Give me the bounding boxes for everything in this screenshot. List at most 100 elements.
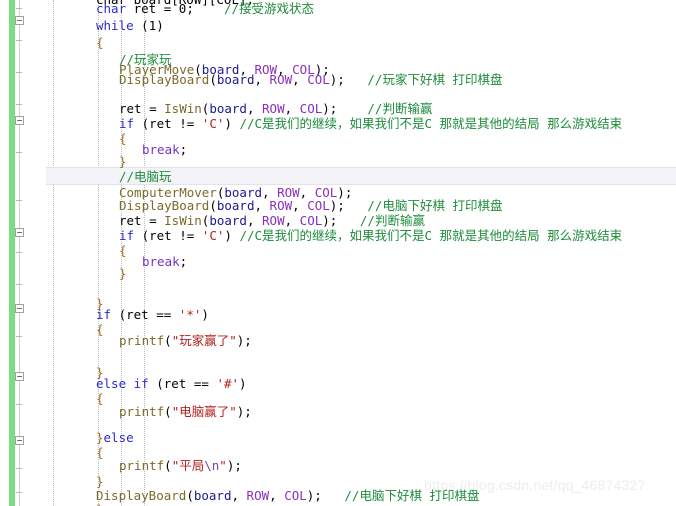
token-pun: ( [209, 72, 217, 87]
editor-gutter[interactable] [0, 0, 46, 506]
token-str: "平局 [171, 458, 205, 473]
token-mac: ROW [262, 101, 285, 116]
token-pun: (ret != [134, 228, 202, 243]
fold-toggle-2[interactable] [15, 228, 24, 237]
code-line-8[interactable]: if (ret != 'C') //C是我们的继续，如果我们不是C 那就是其他的… [119, 116, 622, 132]
code-line-32[interactable]: DisplayBoard(board, ROW, COL); //电脑下好棋 打… [96, 488, 479, 504]
token-pun: ); [329, 198, 368, 213]
token-pun: ret = [119, 213, 165, 228]
code-line-25[interactable]: else if (ret == '#') [96, 376, 247, 392]
token-fn: DisplayBoard [119, 72, 210, 87]
code-line-21[interactable]: if (ret == '*') [96, 307, 209, 323]
token-brc: { [119, 131, 127, 146]
code-line-12[interactable]: //电脑玩 [119, 169, 172, 185]
code-line-6[interactable]: DisplayBoard(board, ROW, COL); //玩家下好棋 打… [119, 72, 502, 88]
token-brc: { [96, 445, 104, 460]
token-pun: (ret == [148, 376, 217, 391]
token-pun: ); [329, 72, 368, 87]
token-id: board [209, 213, 247, 228]
code-line-1[interactable]: char ret = 0; //接受游戏状态 [96, 1, 314, 17]
token-id: board [209, 101, 247, 116]
token-pun: ; [179, 142, 188, 157]
token-brc: } [96, 502, 104, 506]
outline-tick-11 [16, 492, 22, 493]
fold-toggle-5[interactable] [15, 436, 24, 445]
outline-tick-9 [16, 404, 22, 405]
fold-toggle-3[interactable] [15, 304, 24, 313]
code-line-10[interactable]: break; [142, 142, 187, 158]
token-mac: COL [299, 213, 323, 228]
csdn-watermark: https://blog.csdn.net/qq_46874327 [424, 477, 646, 493]
token-pun: ) [239, 376, 247, 391]
token-pun: ret = [126, 1, 179, 16]
fold-toggle-1[interactable] [15, 116, 24, 125]
outline-tick-10 [16, 468, 22, 469]
token-fn: DisplayBoard [119, 198, 210, 213]
token-mac: ROW [269, 198, 293, 213]
fold-toggle-4[interactable] [15, 372, 24, 381]
token-pun: ); [306, 488, 345, 503]
token-pun: ); [236, 404, 252, 419]
token-pun: , [254, 72, 270, 87]
code-line-7[interactable]: ret = IsWin(board, ROW, COL); //判断输赢 [119, 101, 432, 117]
code-line-17[interactable]: { [119, 243, 127, 259]
token-pun: ( [186, 488, 194, 503]
token-mac: COL [307, 198, 330, 213]
code-line-19[interactable]: } [119, 266, 127, 282]
token-pun: ) [156, 18, 164, 33]
token-cmt: //C是我们的继续，如果我们不是C 那就是其他的结局 那么游戏结束 [239, 228, 623, 243]
token-brc: } [96, 474, 104, 489]
code-line-16[interactable]: if (ret != 'C') //C是我们的继续，如果我们不是C 那就是其他的… [119, 228, 622, 244]
outline-tick-5 [16, 200, 22, 201]
code-line-28[interactable]: }else [96, 430, 134, 446]
token-esc: \n [204, 458, 220, 473]
code-line-30[interactable]: printf("平局\n"); [119, 458, 242, 474]
token-brc: { [96, 391, 104, 406]
code-editor[interactable]: char board[ROW][COL];char ret = 0; //接受游… [0, 0, 676, 506]
token-mac: COL [299, 101, 323, 116]
token-pun: ) [224, 116, 240, 131]
fold-toggle-0[interactable] [15, 16, 24, 25]
token-str: '#' [216, 376, 240, 391]
token-mac: ROW [262, 213, 285, 228]
outline-tick-4 [16, 152, 22, 153]
token-cmt: //电脑玩 [119, 169, 172, 184]
outline-tick-2 [16, 72, 22, 73]
token-cmt: //判断输赢 [359, 213, 425, 228]
token-kw: if [96, 307, 112, 322]
token-pun [126, 376, 134, 391]
code-line-9[interactable]: { [119, 131, 127, 147]
token-fn: IsWin [164, 101, 202, 116]
token-pun: ( [164, 333, 172, 348]
code-line-3[interactable]: { [96, 35, 104, 51]
code-line-33[interactable]: } [96, 502, 104, 506]
token-brc: { [119, 243, 127, 258]
token-brc: } [119, 154, 127, 169]
code-line-22[interactable]: { [96, 322, 104, 338]
token-id: board [216, 72, 255, 87]
code-line-26[interactable]: { [96, 391, 104, 407]
token-pun: ) [201, 307, 209, 322]
token-cmt: //C是我们的继续，如果我们不是C 那就是其他的结局 那么游戏结束 [239, 116, 623, 131]
token-pun: , [269, 488, 285, 503]
token-brc: { [96, 322, 104, 337]
token-pun: , [292, 198, 308, 213]
code-line-27[interactable]: printf("电脑赢了"); [119, 404, 252, 420]
token-pun: , [284, 101, 300, 116]
row-separator-0 [46, 167, 676, 168]
outline-tick-8 [16, 336, 22, 337]
code-line-29[interactable]: { [96, 445, 104, 461]
token-pun: , [246, 101, 263, 116]
outline-tick-0 [16, 8, 22, 9]
code-line-18[interactable]: break; [142, 254, 187, 270]
code-line-23[interactable]: printf("玩家赢了"); [119, 333, 252, 349]
code-line-11[interactable]: } [119, 154, 127, 170]
code-line-15[interactable]: ret = IsWin(board, ROW, COL); //判断输赢 [119, 213, 425, 229]
token-pun: ; [186, 1, 224, 16]
token-pun: ( [209, 198, 217, 213]
token-kw: if [119, 116, 135, 131]
token-mac: ROW [246, 488, 270, 503]
code-line-2[interactable]: while (1) [96, 18, 164, 34]
token-pun: (ret == [111, 307, 179, 322]
code-line-14[interactable]: DisplayBoard(board, ROW, COL); //电脑下好棋 打… [119, 198, 502, 214]
